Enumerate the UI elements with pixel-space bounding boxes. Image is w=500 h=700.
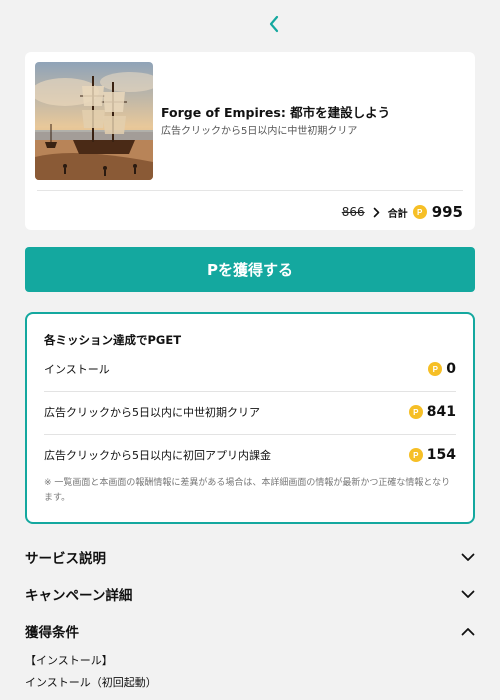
section-campaign-details[interactable]: キャンペーン詳細 xyxy=(25,582,475,606)
mission-label: 広告クリックから5日以内に初回アプリ内課金 xyxy=(44,449,271,462)
point-coin-icon: P xyxy=(412,205,427,219)
chevron-up-icon xyxy=(461,627,475,635)
mission-row: 広告クリックから5日以内に中世初期クリア P 841 xyxy=(44,394,456,430)
condition-line: 【インストール】 xyxy=(25,654,113,667)
divider xyxy=(44,391,456,392)
chevron-down-icon xyxy=(461,553,475,561)
chevron-left-icon xyxy=(269,15,279,33)
get-points-button[interactable]: Pを獲得する xyxy=(25,247,475,292)
app-subtitle: 広告クリックから5日以内に中世初期クリア xyxy=(161,126,358,137)
chevron-down-icon xyxy=(461,590,475,598)
divider xyxy=(37,190,463,191)
point-coin-icon: P xyxy=(408,448,423,462)
total-label: 合計 xyxy=(387,208,408,220)
app-thumbnail xyxy=(35,62,153,180)
condition-line: インストール（初回起動） xyxy=(25,676,157,689)
price-row: 866 合計 P 995 xyxy=(342,200,463,224)
section-conditions[interactable]: 獲得条件 xyxy=(25,619,475,643)
old-points: 866 xyxy=(341,205,365,219)
section-title: サービス説明 xyxy=(25,551,106,567)
mission-row: インストール P 0 xyxy=(44,351,456,387)
mission-heading: 各ミッション達成でPGET xyxy=(44,333,182,347)
mission-label: 広告クリックから5日以内に中世初期クリア xyxy=(44,406,260,419)
mission-panel: 各ミッション達成でPGET インストール P 0 広告クリックから5日以内に中世… xyxy=(25,312,475,524)
section-service-description[interactable]: サービス説明 xyxy=(25,545,475,569)
section-title: キャンペーン詳細 xyxy=(25,588,133,604)
total-points: 995 xyxy=(431,203,463,221)
mission-points: 154 xyxy=(426,447,456,463)
offer-card: Forge of Empires: 都市を建設しよう 広告クリックから5日以内に… xyxy=(25,52,475,230)
mission-label: インストール xyxy=(44,363,110,376)
mission-points: 0 xyxy=(446,361,456,377)
point-coin-icon: P xyxy=(428,362,443,376)
divider xyxy=(44,434,456,435)
mission-points: 841 xyxy=(426,404,456,420)
disclaimer-note: ※ 一覧画面と本画面の報酬情報に差異がある場合は、本詳細画面の情報が最新かつ正確… xyxy=(44,478,451,503)
app-title: Forge of Empires: 都市を建設しよう xyxy=(161,105,391,120)
section-title: 獲得条件 xyxy=(25,625,79,641)
point-coin-icon: P xyxy=(408,405,423,419)
mission-row: 広告クリックから5日以内に初回アプリ内課金 P 154 xyxy=(44,437,456,473)
chevron-right-icon xyxy=(373,207,380,218)
back-button[interactable] xyxy=(262,10,286,38)
